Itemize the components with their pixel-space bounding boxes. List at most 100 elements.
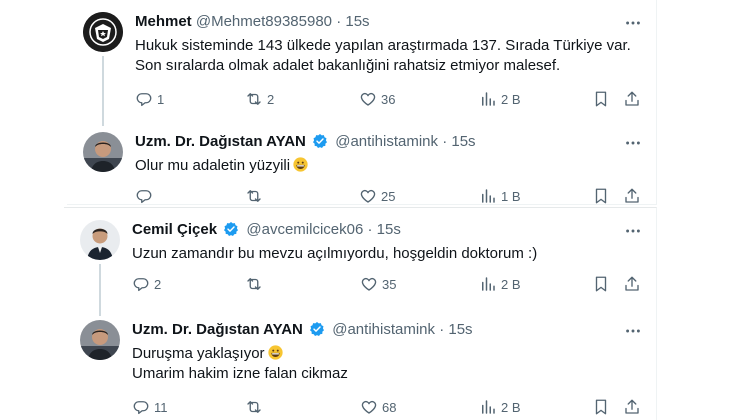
like-button[interactable]: 25	[359, 186, 395, 206]
views-icon	[482, 277, 495, 291]
tweet-text-line: Hukuk sisteminde 143 ülkede yapılan araş…	[135, 37, 631, 54]
retweet-icon	[247, 93, 261, 105]
more-icon[interactable]	[623, 221, 643, 241]
retweet-icon	[247, 401, 261, 413]
tweet-header: Cemil Çiçek @avcemilcicek06 · 15s	[132, 220, 401, 240]
like-button[interactable]: 36	[359, 89, 395, 109]
tweet-thread-panel-2: Cemil Çiçek @avcemilcicek06 · 15s Uzun z…	[64, 207, 657, 420]
user-handle[interactable]: @Mehmet89385980	[196, 13, 332, 30]
views-button[interactable]: 2 B	[479, 397, 521, 417]
views-icon	[482, 92, 495, 106]
share-button[interactable]	[623, 186, 641, 206]
heart-icon	[360, 189, 376, 203]
views-button[interactable]: 1 B	[479, 186, 521, 206]
bookmark-icon	[595, 276, 607, 292]
share-icon	[625, 91, 639, 106]
tweet-text: Hukuk sisteminde 143 ülkede yapılan araş…	[135, 36, 631, 76]
verified-badge-icon	[224, 222, 239, 236]
reply-button[interactable]	[135, 186, 157, 206]
view-count: 1 B	[501, 188, 521, 204]
retweet-button[interactable]	[245, 397, 267, 417]
like-button[interactable]: 35	[360, 274, 396, 294]
tweet-text-line: Duruşma yaklaşıyor	[132, 345, 265, 362]
tweet-text-line: Son sıralarda olmak adalet bakanlığini r…	[135, 57, 561, 74]
retweet-icon	[247, 190, 261, 202]
user-handle[interactable]: @antihistamink	[335, 133, 438, 150]
share-icon	[625, 276, 639, 291]
avatar[interactable]	[83, 132, 123, 172]
reply-count: 1	[157, 91, 165, 107]
share-icon	[625, 399, 639, 414]
tweet-header: Uzm. Dr. Dağıstan AYAN @antihistamink · …	[132, 320, 473, 340]
avatar[interactable]	[80, 220, 120, 260]
timestamp[interactable]: 15s	[448, 321, 472, 338]
display-name[interactable]: Mehmet	[135, 13, 192, 30]
tweet-actions: 11 68 2 B	[132, 397, 639, 417]
views-icon	[482, 189, 495, 203]
heart-icon	[360, 92, 376, 106]
avatar[interactable]	[83, 12, 123, 52]
heart-icon	[361, 277, 377, 291]
like-count: 25	[381, 188, 396, 204]
views-button[interactable]: 2 B	[479, 274, 521, 294]
verified-badge-icon	[313, 134, 328, 148]
separator: ·	[442, 133, 448, 150]
grinning-face-icon	[267, 345, 283, 360]
tweet-header: Mehmet @Mehmet89385980 · 15s	[135, 12, 370, 32]
bookmark-button[interactable]	[592, 397, 610, 417]
view-count: 2 B	[501, 399, 521, 415]
like-count: 68	[382, 399, 397, 415]
like-button[interactable]: 68	[360, 397, 396, 417]
retweet-button[interactable]	[245, 274, 267, 294]
tweet-mehmet[interactable]: Mehmet @Mehmet89385980 · 15s Hukuk siste…	[67, 0, 656, 126]
bookmark-button[interactable]	[592, 186, 610, 206]
tweet-dagistan-reply-2[interactable]: Uzm. Dr. Dağıstan AYAN @antihistamink · …	[64, 310, 656, 420]
user-handle[interactable]: @avcemilcicek06	[246, 221, 363, 238]
display-name[interactable]: Uzm. Dr. Dağıstan AYAN	[132, 321, 303, 338]
view-count: 2 B	[501, 276, 521, 292]
tweet-cemil[interactable]: Cemil Çiçek @avcemilcicek06 · 15s Uzun z…	[64, 208, 656, 316]
reply-count: 2	[154, 276, 162, 292]
views-button[interactable]: 2 B	[479, 89, 521, 109]
avatar[interactable]	[80, 320, 120, 360]
reply-count: 11	[154, 399, 168, 415]
more-icon[interactable]	[623, 13, 643, 33]
thread-line	[102, 56, 104, 126]
retweet-button[interactable]: 2	[245, 89, 274, 109]
like-count: 35	[382, 276, 397, 292]
share-button[interactable]	[623, 397, 641, 417]
separator: ·	[439, 321, 445, 338]
retweet-button[interactable]	[245, 186, 267, 206]
tweet-text: Uzun zamandır bu mevzu açılmıyordu, hoşg…	[132, 244, 537, 264]
share-button[interactable]	[623, 89, 641, 109]
thread-line	[99, 264, 101, 316]
more-icon[interactable]	[623, 321, 643, 341]
view-count: 2 B	[501, 91, 521, 107]
heart-icon	[361, 400, 377, 414]
bookmark-button[interactable]	[592, 274, 610, 294]
user-handle[interactable]: @antihistamink	[332, 321, 435, 338]
bookmark-icon	[595, 91, 607, 107]
reply-icon	[136, 190, 152, 204]
reply-button[interactable]: 11	[132, 397, 168, 417]
bookmark-button[interactable]	[592, 89, 610, 109]
retweet-icon	[247, 278, 261, 290]
separator: ·	[367, 221, 373, 238]
timestamp[interactable]: 15s	[377, 221, 401, 238]
tweet-actions: 1 2 36 2 B	[135, 89, 639, 109]
tweet-actions: 2 35 2 B	[132, 274, 639, 294]
display-name[interactable]: Cemil Çiçek	[132, 221, 217, 238]
reply-button[interactable]: 1	[135, 89, 164, 109]
retweet-count: 2	[267, 91, 275, 107]
share-button[interactable]	[623, 274, 641, 294]
timestamp[interactable]: 15s	[345, 13, 369, 30]
tweet-actions: 25 1 B	[135, 186, 639, 206]
reply-icon	[133, 401, 149, 415]
display-name[interactable]: Uzm. Dr. Dağıstan AYAN	[135, 133, 306, 150]
tweet-dagistan-reply[interactable]: Uzm. Dr. Dağıstan AYAN @antihistamink · …	[67, 120, 656, 205]
bookmark-icon	[595, 399, 607, 415]
reply-button[interactable]: 2	[132, 274, 161, 294]
more-icon[interactable]	[623, 133, 643, 153]
timestamp[interactable]: 15s	[451, 133, 475, 150]
tweet-text-line: Uzun zamandır bu mevzu açılmıyordu, hoşg…	[132, 245, 538, 262]
